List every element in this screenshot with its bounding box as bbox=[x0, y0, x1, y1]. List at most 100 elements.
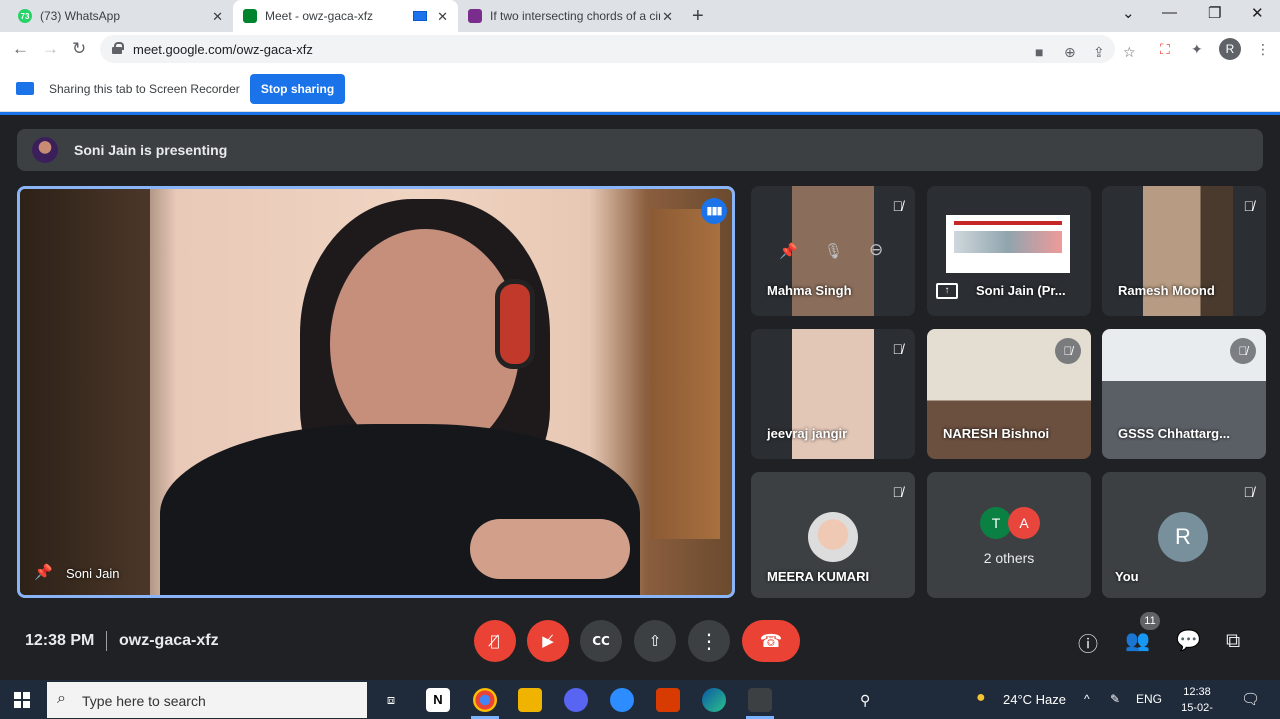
pin-icon[interactable]: 📌 bbox=[34, 563, 53, 581]
mic-off-icon: 🎙̸ bbox=[1243, 198, 1255, 214]
zoom-app-icon[interactable] bbox=[610, 688, 634, 712]
notion-icon[interactable]: N bbox=[426, 688, 450, 712]
minimize-icon[interactable]: — bbox=[1162, 4, 1177, 21]
participant-tile[interactable]: 🎙̸ GSSS Chhattarg... bbox=[1102, 329, 1266, 459]
tab-meet[interactable]: Meet - owz-gaca-xfz ✕ bbox=[233, 0, 458, 32]
close-window-icon[interactable]: ✕ bbox=[1251, 4, 1264, 22]
address-bar[interactable]: meet.google.com/owz-gaca-xfz ■ ⊕ ⇪ ☆ bbox=[100, 35, 1136, 63]
participant-tile[interactable]: 🎙̸ MEERA KUMARI bbox=[751, 472, 915, 598]
close-tab-icon[interactable]: ✕ bbox=[212, 9, 223, 25]
new-tab-icon[interactable]: + bbox=[692, 5, 704, 28]
lock-icon bbox=[112, 42, 124, 54]
extensions-icon[interactable]: ✦ bbox=[1191, 41, 1203, 58]
others-tile[interactable]: T A 2 others bbox=[927, 472, 1091, 598]
windows-taskbar: ⌕ Type here to search ⧈ N ⚲ ● 24°C Haze … bbox=[0, 680, 1280, 719]
participant-tile[interactable]: 🎙̸ NARESH Bishnoi bbox=[927, 329, 1091, 459]
chevron-up-icon[interactable]: ^ bbox=[1084, 692, 1090, 706]
participant-name: Soni Jain (Pr... bbox=[976, 283, 1066, 298]
pin-icon[interactable]: 📌 bbox=[779, 242, 798, 260]
notifications-icon[interactable]: 🗨 bbox=[1241, 690, 1260, 708]
self-avatar: R bbox=[1158, 512, 1208, 562]
remove-icon[interactable]: ⊖ bbox=[869, 240, 883, 260]
browser-tab-strip: 73 (73) WhatsApp ✕ Meet - owz-gaca-xfz ✕… bbox=[0, 0, 1280, 32]
camera-icon[interactable]: ■ bbox=[1035, 44, 1043, 60]
site-icon bbox=[468, 9, 482, 23]
people-tray-icon[interactable]: ⚲ bbox=[860, 692, 870, 709]
participant-name: GSSS Chhattarg... bbox=[1118, 426, 1230, 441]
windows-start-icon[interactable] bbox=[14, 692, 30, 708]
url-text: meet.google.com/owz-gaca-xfz bbox=[133, 42, 313, 57]
weather-icon: ● bbox=[976, 689, 986, 706]
browser-toolbar: ← → ↻ meet.google.com/owz-gaca-xfz ■ ⊕ ⇪… bbox=[0, 32, 1280, 66]
presenting-banner[interactable]: Soni Jain is presenting bbox=[17, 129, 1263, 171]
meeting-info-icon[interactable]: ⓘ bbox=[1078, 628, 1098, 657]
leave-call-button[interactable]: ☎ bbox=[742, 620, 800, 662]
participant-avatar: A bbox=[1008, 507, 1040, 539]
language-indicator[interactable]: ENG bbox=[1136, 692, 1162, 706]
discord-icon[interactable] bbox=[564, 688, 588, 712]
mic-off-icon: 🎙̸ bbox=[1055, 338, 1081, 364]
zoom-icon[interactable]: ⊕ bbox=[1064, 44, 1076, 61]
main-tile-name: Soni Jain bbox=[66, 566, 120, 581]
mic-off-icon: 🎙̸ bbox=[892, 484, 904, 500]
mic-off-icon: 🎙̸ bbox=[1243, 484, 1255, 500]
mute-icon[interactable]: 🎙 bbox=[824, 242, 843, 260]
screen-recorder-app-icon[interactable] bbox=[748, 688, 772, 712]
file-explorer-icon[interactable] bbox=[518, 688, 542, 712]
participant-tile[interactable]: 🎙̸ jeevraj jangir bbox=[751, 329, 915, 459]
participant-avatar bbox=[808, 512, 858, 562]
screen-recorder-icon[interactable]: ⛶ bbox=[1160, 41, 1170, 58]
presenting-text: Soni Jain is presenting bbox=[74, 142, 228, 158]
mic-off-icon: 🎙̸ bbox=[1230, 338, 1256, 364]
present-screen-icon: ↑ bbox=[936, 283, 958, 299]
background-wall bbox=[20, 189, 150, 595]
reload-icon[interactable]: ↻ bbox=[72, 39, 86, 59]
system-clock[interactable]: 12:38 15-02-2022 bbox=[1172, 684, 1222, 719]
back-icon[interactable]: ← bbox=[12, 39, 29, 59]
thumbnail-image bbox=[954, 231, 1062, 253]
search-placeholder: Type here to search bbox=[82, 693, 206, 709]
edge-icon[interactable] bbox=[702, 688, 726, 712]
clock-time: 12:38 bbox=[1183, 686, 1211, 698]
sharing-bar: Sharing this tab to Screen Recorder Stop… bbox=[0, 66, 1280, 112]
mic-toggle-button[interactable]: 🎙̸ bbox=[474, 620, 516, 662]
more-options-button[interactable]: ⋮ bbox=[688, 620, 730, 662]
taskbar-search[interactable]: ⌕ Type here to search bbox=[47, 682, 367, 718]
captions-button[interactable]: CC bbox=[580, 620, 622, 662]
task-view-icon[interactable]: ⧈ bbox=[379, 688, 403, 712]
meeting-clock: 12:38 PM bbox=[25, 632, 95, 649]
close-tab-icon[interactable]: ✕ bbox=[662, 9, 673, 25]
participant-name: Ramesh Moond bbox=[1118, 283, 1215, 298]
whatsapp-icon: 73 bbox=[18, 9, 32, 23]
people-icon[interactable]: 👥 bbox=[1125, 628, 1150, 652]
tab-whatsapp[interactable]: 73 (73) WhatsApp ✕ bbox=[8, 0, 233, 32]
camera-toggle-button[interactable]: ▶̸ bbox=[527, 620, 569, 662]
stop-sharing-button[interactable]: Stop sharing bbox=[250, 74, 345, 104]
profile-avatar[interactable]: R bbox=[1219, 38, 1241, 60]
chevron-down-icon[interactable]: ⌄ bbox=[1122, 4, 1135, 22]
others-count: 2 others bbox=[983, 550, 1035, 566]
close-tab-icon[interactable]: ✕ bbox=[437, 9, 448, 25]
person-hand bbox=[470, 519, 630, 579]
chat-icon[interactable]: 💬 bbox=[1176, 628, 1201, 652]
menu-icon[interactable]: ⋮ bbox=[1256, 41, 1270, 58]
office-icon[interactable] bbox=[656, 688, 680, 712]
share-icon[interactable]: ⇪ bbox=[1093, 44, 1105, 61]
presenter-avatar bbox=[32, 137, 58, 163]
divider bbox=[106, 631, 107, 651]
participant-tile[interactable]: 🎙̸ Ramesh Moond bbox=[1102, 186, 1266, 316]
bookmark-star-icon[interactable]: ☆ bbox=[1123, 44, 1136, 61]
pen-icon[interactable]: ✎ bbox=[1110, 692, 1120, 706]
main-video-tile[interactable]: ▮▮▮ 📌 Soni Jain bbox=[17, 186, 735, 598]
forward-icon[interactable]: → bbox=[42, 39, 59, 59]
present-button[interactable]: ⇧ bbox=[634, 620, 676, 662]
tab-chords[interactable]: If two intersecting chords of a cir ✕ bbox=[458, 0, 683, 32]
participant-tile[interactable]: 🎙̸ 📌 🎙 ⊖ Mahma Singh bbox=[751, 186, 915, 316]
participant-tile[interactable]: ↑ Soni Jain (Pr... bbox=[927, 186, 1091, 316]
weather-text[interactable]: 24°C Haze bbox=[1003, 692, 1066, 707]
activities-icon[interactable]: ⧉ bbox=[1226, 628, 1240, 652]
restore-icon[interactable]: ❐ bbox=[1208, 4, 1221, 22]
self-tile[interactable]: 🎙̸ R You bbox=[1102, 472, 1266, 598]
chrome-icon[interactable] bbox=[473, 688, 497, 712]
participant-name: You bbox=[1115, 569, 1139, 584]
